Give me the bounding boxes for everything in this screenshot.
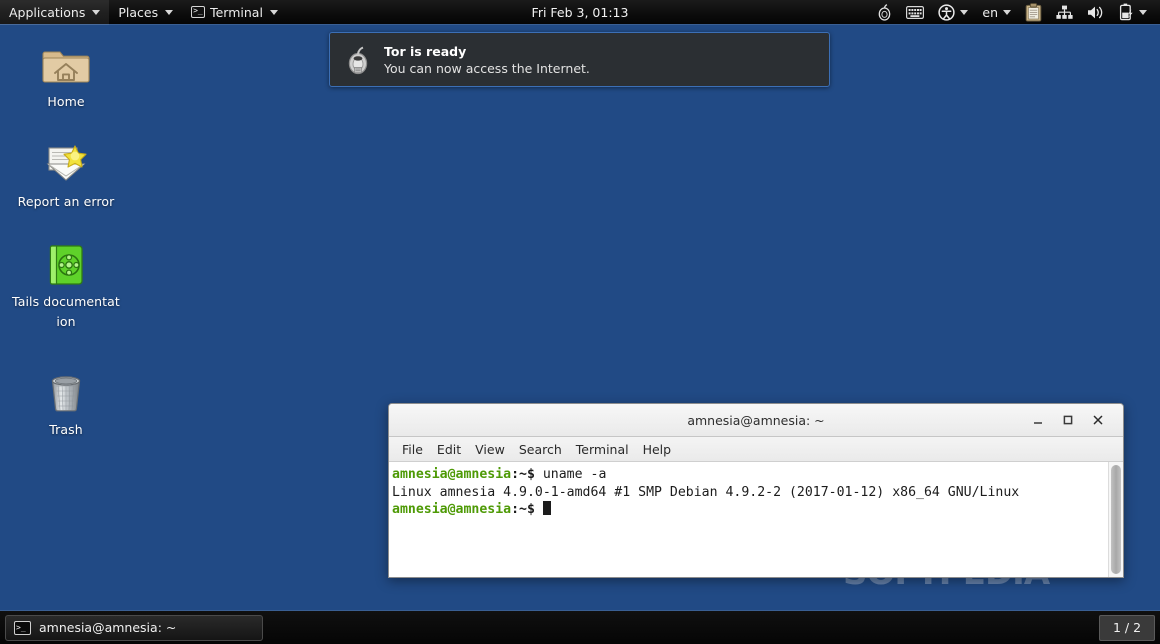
chevron-down-icon	[1139, 9, 1147, 15]
window-controls	[1023, 407, 1123, 433]
keyboard-icon	[906, 5, 925, 19]
desktop-icon-home[interactable]: Home	[12, 40, 120, 112]
tails-documentation-icon	[42, 240, 90, 288]
maximize-icon	[1063, 415, 1073, 425]
keyboard-layout-label: en	[982, 4, 998, 20]
terminal-body[interactable]: amnesia@amnesia:~$ uname -a Linux amnesi…	[389, 462, 1123, 577]
places-menu[interactable]: Places	[109, 0, 182, 25]
power-menu[interactable]	[1112, 0, 1154, 25]
chevron-down-icon	[165, 9, 174, 15]
terminal-window-title: amnesia@amnesia: ~	[687, 412, 825, 428]
desktop-icon-label: Report an error	[17, 194, 115, 209]
terminal-title-bar[interactable]: amnesia@amnesia: ~	[389, 404, 1123, 437]
menu-item-help[interactable]: Help	[636, 437, 679, 462]
applications-menu[interactable]: Applications	[0, 0, 110, 25]
applications-menu-label: Applications	[9, 4, 86, 20]
trash-icon	[42, 368, 90, 416]
notification-title: Tor is ready	[384, 43, 467, 59]
tor-notification[interactable]: Tor is ready You can now access the Inte…	[329, 32, 830, 87]
terminal-menu-bar: File Edit View Search Terminal Help	[389, 437, 1123, 462]
prompt-user: amnesia@amnesia	[392, 467, 512, 482]
menu-item-search[interactable]: Search	[512, 437, 569, 462]
maximize-button[interactable]	[1053, 407, 1083, 433]
volume-menu[interactable]	[1080, 0, 1112, 25]
workspace-switcher[interactable]: 1 / 2	[1099, 614, 1155, 641]
terminal-icon	[191, 5, 206, 18]
chevron-down-icon	[92, 9, 101, 15]
terminal-icon	[14, 620, 31, 635]
tor-onion-icon	[344, 45, 372, 75]
desktop-icon-tails-documentation[interactable]: Tails documentation	[12, 240, 120, 332]
chevron-down-icon	[960, 9, 969, 15]
terminal-output-line: Linux amnesia 4.9.0-1-amd64 #1 SMP Debia…	[392, 484, 1020, 500]
menu-item-terminal[interactable]: Terminal	[569, 437, 636, 462]
notification-text: Tor is ready You can now access the Inte…	[384, 43, 590, 77]
desktop-icon-label: Home	[47, 94, 85, 109]
terminal-command	[535, 502, 543, 517]
menu-item-file[interactable]: File	[395, 437, 430, 462]
tor-onion-icon	[879, 3, 891, 21]
terminal-output[interactable]: amnesia@amnesia:~$ uname -a Linux amnesi…	[389, 462, 1108, 577]
prompt-user: amnesia@amnesia	[392, 502, 512, 517]
places-menu-label: Places	[118, 4, 159, 20]
network-wired-icon	[1056, 5, 1073, 19]
report-error-icon	[42, 140, 90, 188]
close-button[interactable]	[1083, 407, 1113, 433]
notification-body: You can now access the Internet.	[384, 60, 590, 76]
taskbar: amnesia@amnesia: ~ 1 / 2	[0, 610, 1160, 644]
onscreen-keyboard-icon-button[interactable]	[899, 0, 931, 25]
accessibility-icon	[938, 3, 956, 21]
volume-icon	[1088, 6, 1103, 18]
terminal-window-menu-label: Terminal	[210, 4, 263, 20]
desktop-icon-trash[interactable]: Trash	[12, 368, 120, 440]
home-folder-icon	[42, 40, 90, 88]
network-menu[interactable]	[1049, 0, 1080, 25]
menu-item-edit[interactable]: Edit	[430, 437, 468, 462]
desktop-icon-report-an-error[interactable]: Report an error	[12, 140, 120, 212]
terminal-window[interactable]: amnesia@amnesia: ~ File Edit View Search…	[388, 403, 1124, 578]
minimize-icon	[1034, 422, 1042, 424]
taskbar-item-label: amnesia@amnesia: ~	[39, 620, 177, 635]
terminal-scrollbar[interactable]	[1108, 462, 1123, 577]
battery-charging-icon	[1119, 3, 1133, 21]
close-icon	[1093, 415, 1103, 425]
keyboard-layout-menu[interactable]: en	[975, 0, 1018, 25]
desktop-icon-label: Trash	[49, 422, 83, 437]
tor-status-icon[interactable]	[870, 0, 899, 25]
top-panel: Applications Places Terminal Fri Feb 3, …	[0, 0, 1160, 25]
terminal-cursor	[542, 501, 551, 515]
desktop-icon-label: Tails documentation	[12, 294, 120, 329]
desktop-screen: Applications Places Terminal Fri Feb 3, …	[0, 0, 1160, 644]
minimize-button[interactable]	[1023, 407, 1053, 433]
prompt-path: :~$	[511, 467, 535, 482]
clipboard-manager-icon-button[interactable]	[1018, 0, 1049, 25]
menu-item-view[interactable]: View	[468, 437, 512, 462]
prompt-path: :~$	[511, 502, 535, 517]
accessibility-menu[interactable]	[931, 0, 975, 25]
chevron-down-icon	[269, 9, 278, 15]
terminal-window-menu[interactable]: Terminal	[182, 0, 287, 25]
chevron-down-icon	[1003, 9, 1011, 15]
terminal-scrollbar-thumb[interactable]	[1111, 465, 1121, 574]
system-tray: en	[870, 0, 1160, 25]
taskbar-item-terminal[interactable]: amnesia@amnesia: ~	[5, 614, 263, 641]
clipboard-icon	[1025, 2, 1042, 22]
terminal-command: uname -a	[534, 467, 607, 482]
